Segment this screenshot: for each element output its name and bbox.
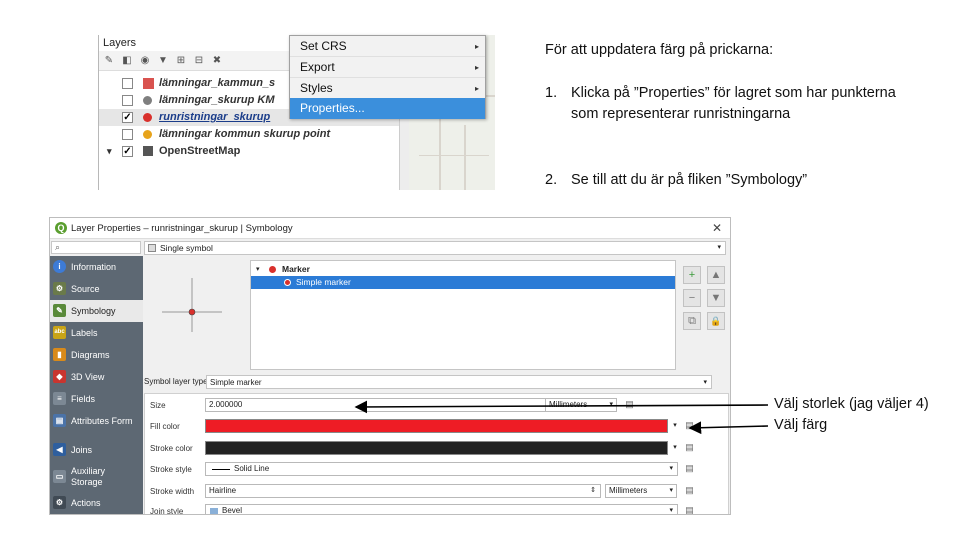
color-arrow <box>688 421 769 435</box>
size-arrow <box>354 400 769 414</box>
size-annotation: Välj storlek (jag väljer 4) <box>774 396 929 412</box>
annotation-arrows <box>354 400 769 435</box>
color-annotation: Välj färg <box>774 417 828 433</box>
